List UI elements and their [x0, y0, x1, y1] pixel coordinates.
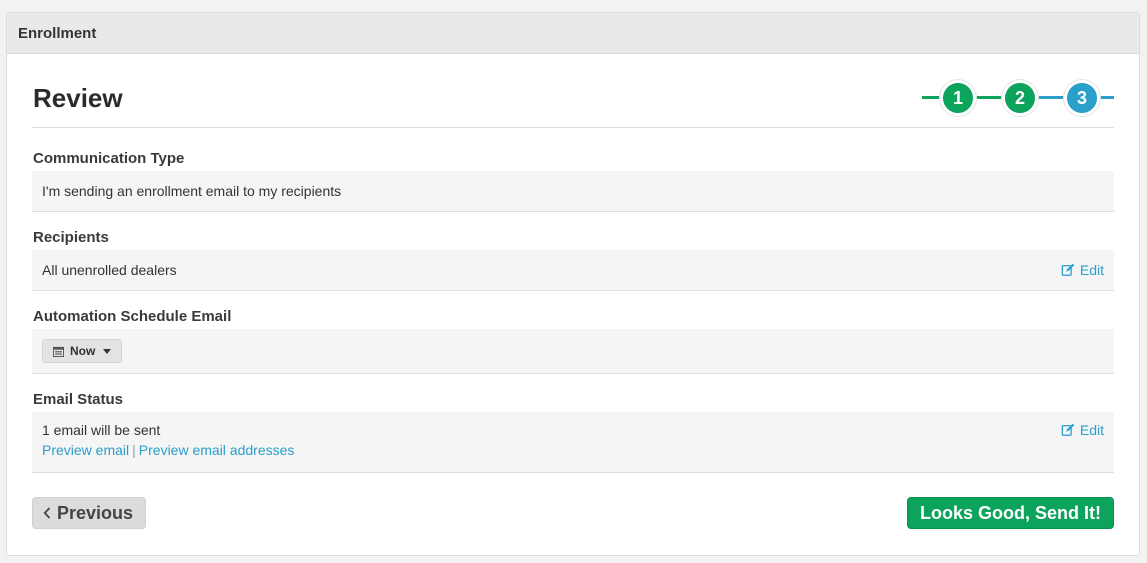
email-status-value: 1 email will be sent [42, 422, 161, 438]
chevron-down-icon [103, 348, 112, 354]
chevron-left-icon [43, 507, 51, 519]
progress-stepper: 1 2 3 [922, 80, 1114, 116]
automation-schedule-box: Now [32, 329, 1114, 374]
title-row: Review 1 2 3 [32, 54, 1114, 128]
preview-email-addresses-link[interactable]: Preview email addresses [139, 442, 295, 458]
edit-icon [1061, 263, 1075, 276]
recipients-value: All unenrolled dealers [42, 262, 177, 278]
recipients-edit-label: Edit [1079, 262, 1104, 278]
preview-links: Preview email | Preview email addresses [42, 442, 294, 458]
enrollment-panel: Enrollment Review 1 2 3 Communication Ty… [6, 12, 1140, 556]
preview-email-link[interactable]: Preview email [42, 442, 129, 458]
schedule-dropdown[interactable]: Now [42, 339, 123, 363]
preview-separator: | [132, 442, 136, 458]
automation-schedule-label: Automation Schedule Email [33, 308, 232, 325]
step-3: 3 [1064, 80, 1100, 116]
page-title: Review [33, 83, 123, 113]
panel-body: Review 1 2 3 Communication Type I'm send… [7, 54, 1139, 555]
email-status-box: 1 email will be sent Preview email | Previ… [32, 412, 1114, 473]
panel-header-title: Enrollment [18, 24, 97, 42]
recipients-label: Recipients [33, 229, 109, 246]
edit-icon [1061, 423, 1075, 436]
email-status-edit-link[interactable]: Edit [1061, 422, 1104, 438]
communication-type-label: Communication Type [33, 150, 185, 167]
recipients-box: All unenrolled dealers Edit [32, 250, 1114, 291]
send-label: Looks Good, Send It! [920, 502, 1101, 523]
communication-type-box: I'm sending an enrollment email to my re… [32, 171, 1114, 212]
previous-label: Previous [57, 502, 134, 523]
communication-type-value: I'm sending an enrollment email to my re… [42, 183, 342, 199]
step-1-label: 1 [952, 87, 963, 108]
recipients-edit-link[interactable]: Edit [1061, 262, 1104, 278]
schedule-selected: Now [70, 344, 96, 358]
send-button[interactable]: Looks Good, Send It! [907, 497, 1114, 529]
step-2-label: 2 [1014, 87, 1025, 108]
previous-button[interactable]: Previous [32, 497, 147, 529]
email-status-label: Email Status [33, 391, 124, 408]
step-1: 1 [940, 80, 976, 116]
panel-header: Enrollment [7, 13, 1139, 54]
email-status-edit-label: Edit [1079, 422, 1104, 438]
calendar-icon [53, 346, 64, 357]
email-status-lines: 1 email will be sent Preview email | Previ… [42, 422, 294, 458]
footer: Previous Looks Good, Send It! [32, 473, 1114, 555]
step-3-label: 3 [1076, 87, 1087, 108]
step-2: 2 [1002, 80, 1038, 116]
